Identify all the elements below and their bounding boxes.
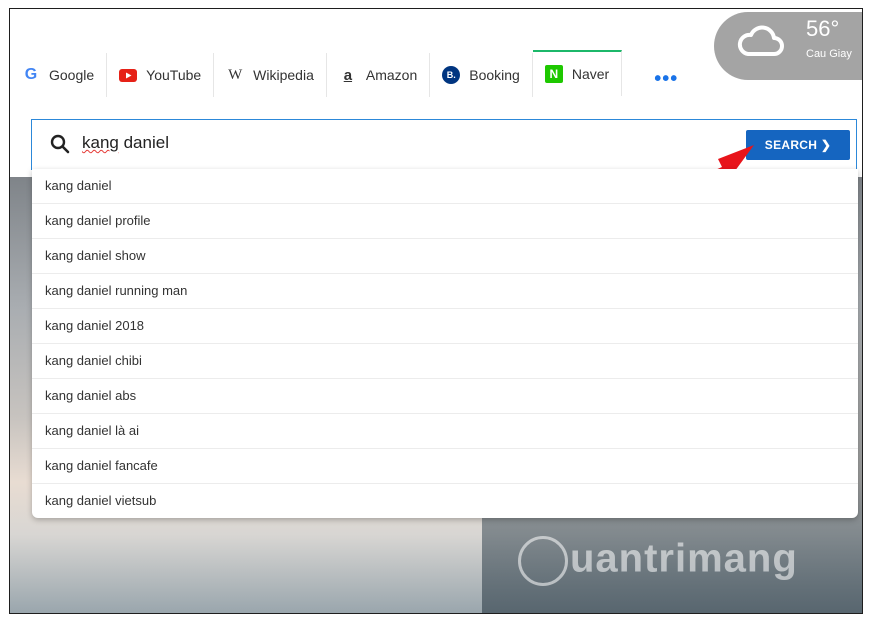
tab-label: Amazon: [365, 67, 418, 83]
search-icon: [50, 134, 70, 159]
tab-naver[interactable]: N Naver: [532, 50, 623, 96]
youtube-icon: [119, 66, 138, 84]
suggestion-item[interactable]: kang daniel running man: [32, 274, 858, 309]
top-bar: G Google YouTube W Wikipedia a Amazon B.…: [10, 9, 862, 119]
suggestion-item[interactable]: kang daniel: [32, 169, 858, 204]
quick-links-bar: G Google YouTube W Wikipedia a Amazon B.…: [10, 49, 678, 101]
spellcheck-word: kang: [82, 133, 119, 152]
tab-google[interactable]: G Google: [10, 53, 108, 97]
tab-label: YouTube: [146, 67, 202, 83]
tab-youtube[interactable]: YouTube: [107, 53, 215, 97]
tab-amazon[interactable]: a Amazon: [327, 53, 431, 97]
tab-booking[interactable]: B. Booking: [430, 53, 533, 97]
suggestion-item[interactable]: kang daniel là ai: [32, 414, 858, 449]
browser-newtab-page: G Google YouTube W Wikipedia a Amazon B.…: [9, 8, 863, 614]
cloud-icon: [736, 22, 784, 63]
watermark: uantrimang: [518, 536, 798, 586]
more-links-button[interactable]: •••: [654, 68, 678, 91]
amazon-icon: a: [343, 66, 353, 84]
search-suggestions-dropdown: kang daniel kang daniel profile kang dan…: [32, 169, 858, 518]
tab-label: Wikipedia: [253, 67, 314, 83]
suggestion-item[interactable]: kang daniel abs: [32, 379, 858, 414]
google-icon: G: [24, 66, 38, 83]
weather-location: Cau Giay: [806, 48, 852, 60]
tab-wikipedia[interactable]: W Wikipedia: [214, 53, 327, 97]
suggestion-item[interactable]: kang daniel 2018: [32, 309, 858, 344]
weather-widget[interactable]: 56° Cau Giay: [714, 12, 862, 80]
naver-icon: N: [544, 65, 563, 83]
suggestion-item[interactable]: kang daniel profile: [32, 204, 858, 239]
search-query: kang daniel: [82, 133, 169, 152]
tab-label: Google: [49, 67, 95, 83]
bulb-logo-icon: [518, 536, 568, 586]
tab-label: Naver: [571, 66, 610, 82]
wikipedia-icon: W: [228, 66, 243, 83]
suggestion-item[interactable]: kang daniel chibi: [32, 344, 858, 379]
tab-label: Booking: [469, 67, 520, 83]
booking-icon: B.: [442, 66, 461, 84]
suggestion-item[interactable]: kang daniel show: [32, 239, 858, 274]
suggestion-item[interactable]: kang daniel vietsub: [32, 484, 858, 518]
search-button[interactable]: SEARCH ❯: [746, 130, 850, 160]
suggestion-item[interactable]: kang daniel fancafe: [32, 449, 858, 484]
weather-temperature: 56°: [806, 16, 840, 41]
